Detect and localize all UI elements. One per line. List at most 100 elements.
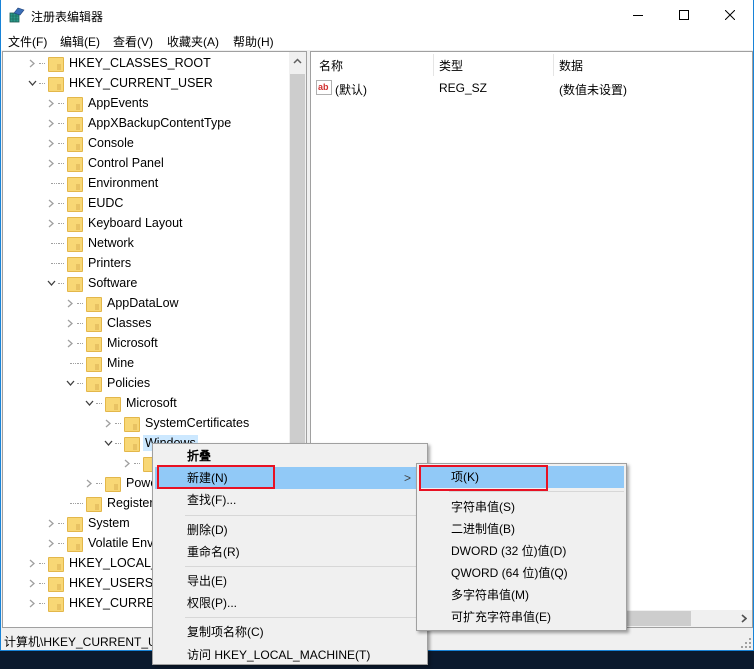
tree-connector [58,102,64,104]
list-row[interactable]: ab (默认) REG_SZ (数值未设置) [311,78,752,98]
tree-node[interactable]: Microsoft [83,393,179,413]
folder-icon [85,335,102,352]
chevron-right-icon[interactable] [45,113,57,133]
column-separator[interactable] [433,54,434,76]
tree-node[interactable]: Environment [45,173,160,193]
tree-node[interactable]: Mine [64,353,136,373]
chevron-right-icon[interactable] [45,193,57,213]
menu-edit[interactable]: 编辑(E) [60,33,100,50]
chevron-down-icon[interactable] [26,73,38,93]
tree-node-label: Network [88,236,134,250]
tree-connector [58,542,64,544]
chevron-right-icon[interactable] [64,293,76,313]
context-menu-item[interactable]: 权限(P)... [155,592,425,614]
chevron-right-icon[interactable] [45,133,57,153]
tree-node[interactable]: Classes [64,313,153,333]
chevron-down-icon[interactable] [64,373,76,393]
column-header-name[interactable]: 名称 [319,57,343,74]
value-type: REG_SZ [439,81,488,95]
tree-node-label: Console [88,136,134,150]
tree-node[interactable]: Control Panel [45,153,166,173]
tree-node[interactable]: HKEY_LOCAL_M [26,553,170,573]
tree-node[interactable]: Console [45,133,136,153]
tree-node[interactable]: HKEY_CLASSES_ROOT [26,53,213,73]
chevron-down-icon[interactable] [83,393,95,413]
context-menu-item[interactable]: 重命名(R) [155,541,425,563]
scroll-right-button[interactable] [735,610,752,627]
chevron-right-icon[interactable] [26,53,38,73]
column-header-data[interactable]: 数据 [559,57,583,74]
tree-node[interactable]: Policies [64,373,152,393]
tree-node[interactable]: SystemCertificates [102,413,251,433]
context-menu-item[interactable]: 折叠 [155,445,425,467]
tree-node-label: HKEY_USERS [69,576,154,590]
tree-node[interactable]: Network [45,233,136,253]
tree-connector [134,462,140,464]
tree-node[interactable]: AppEvents [45,93,150,113]
value-data: (数值未设置) [559,83,627,97]
folder-icon [66,155,83,172]
tree-node[interactable]: EUDC [45,193,125,213]
menu-view[interactable]: 查看(V) [113,33,153,50]
tree-node[interactable]: Keyboard Layout [45,213,185,233]
tree-node[interactable]: AppDataLow [64,293,181,313]
chevron-right-icon[interactable] [102,413,114,433]
folder-icon [47,75,64,92]
tree-node[interactable]: HKEY_USERS [26,573,155,593]
tree-node[interactable]: Printers [45,253,133,273]
title-bar[interactable]: 注册表编辑器 [1,0,753,30]
chevron-right-icon[interactable] [45,213,57,233]
tree-connector [64,353,76,373]
maximize-button[interactable] [661,0,707,30]
context-menu-item[interactable]: 复制项名称(C) [155,621,425,643]
column-header-type[interactable]: 类型 [439,57,463,74]
tree-node[interactable]: HKEY_CURRENT_USER [26,73,215,93]
context-menu-item[interactable]: 查找(F)... [155,489,425,511]
tree-node[interactable]: Powe [83,473,159,493]
tree-node[interactable]: Registere [64,493,163,513]
submenu-item[interactable]: QWORD (64 位)值(Q) [419,562,624,584]
chevron-right-icon[interactable] [64,313,76,333]
chevron-right-icon[interactable] [45,533,57,553]
tree-node[interactable]: AppXBackupContentType [45,113,233,133]
tree-connector [58,182,64,184]
submenu-item[interactable]: 多字符串值(M) [419,584,624,606]
submenu-item[interactable]: 二进制值(B) [419,518,624,540]
chevron-down-icon[interactable] [102,433,114,453]
chevron-right-icon[interactable] [64,333,76,353]
chevron-right-icon[interactable] [83,473,95,493]
tree-node-label: Classes [107,316,152,330]
context-menu-item[interactable]: 导出(E) [155,570,425,592]
folder-icon [66,275,83,292]
folder-icon [104,395,121,412]
chevron-right-icon [740,614,747,623]
minimize-button[interactable] [615,0,661,30]
tree-node[interactable]: Volatile Envi [45,533,158,553]
menu-help[interactable]: 帮助(H) [233,33,274,50]
chevron-right-icon[interactable] [45,153,57,173]
scroll-up-button[interactable] [289,52,306,69]
folder-icon [66,515,83,532]
chevron-right-icon[interactable] [26,553,38,573]
menu-file[interactable]: 文件(F) [8,33,47,50]
menu-favorites[interactable]: 收藏夹(A) [167,33,219,50]
context-menu-item[interactable]: 删除(D) [155,519,425,541]
submenu-item[interactable]: 字符串值(S) [419,496,624,518]
tree-node[interactable]: System [45,513,132,533]
context-menu-item[interactable]: 访问 HKEY_LOCAL_MACHINE(T) [155,644,425,666]
close-button[interactable] [707,0,753,30]
chevron-right-icon[interactable] [45,513,57,533]
tree-connector [77,322,83,324]
tree-node[interactable]: Software [45,273,139,293]
chevron-right-icon[interactable] [45,93,57,113]
resize-grip-icon[interactable] [741,638,751,648]
submenu-item[interactable]: 可扩充字符串值(E) [419,606,624,628]
chevron-right-icon[interactable] [26,593,38,613]
chevron-right-icon[interactable] [26,573,38,593]
tree-node[interactable]: Microsoft [64,333,160,353]
chevron-right-icon[interactable] [121,453,133,473]
submenu-item[interactable]: DWORD (32 位)值(D) [419,540,624,562]
folder-icon [85,315,102,332]
chevron-down-icon[interactable] [45,273,57,293]
column-separator[interactable] [553,54,554,76]
